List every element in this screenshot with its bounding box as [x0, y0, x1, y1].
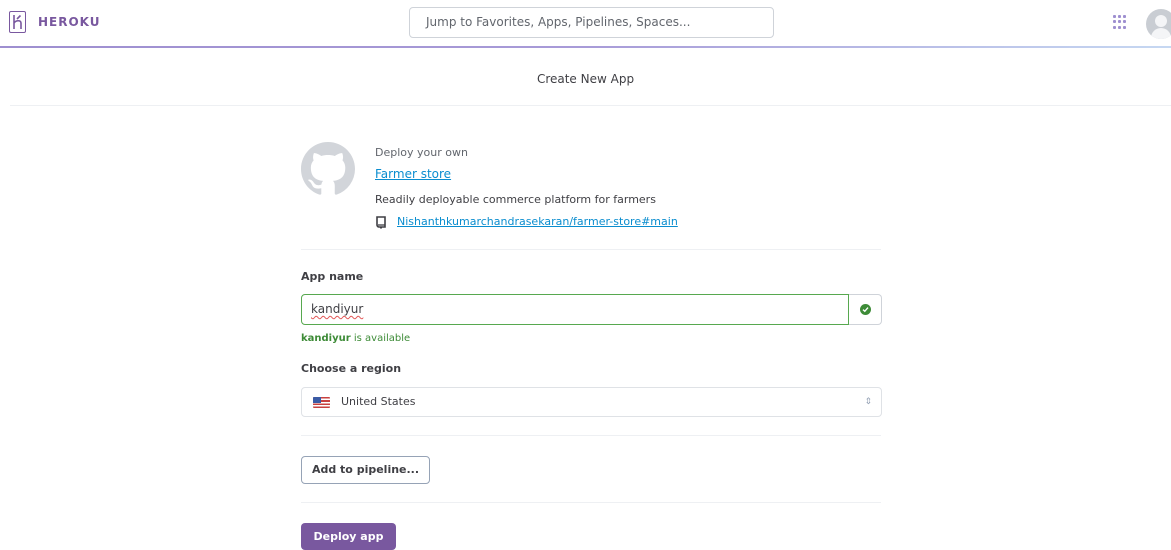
app-name-input[interactable]: kandiyur — [301, 294, 849, 325]
app-title-link[interactable]: Farmer store — [375, 167, 451, 181]
section-divider — [301, 502, 881, 503]
availability-name: kandiyur — [301, 333, 351, 344]
heroku-logo-icon — [9, 11, 26, 33]
app-description: Readily deployable commerce platform for… — [375, 193, 656, 206]
app-name-label: App name — [301, 270, 364, 283]
section-divider — [301, 435, 881, 436]
deploy-app-button[interactable]: Deploy app — [301, 523, 396, 550]
section-divider — [301, 249, 881, 250]
page-title: Create New App — [536, 72, 635, 86]
deploy-intro: Deploy your own — [375, 146, 468, 159]
github-icon — [301, 142, 355, 195]
region-label: Choose a region — [301, 362, 402, 375]
region-value: United States — [341, 395, 416, 408]
user-avatar[interactable] — [1146, 9, 1171, 39]
availability-message: kandiyur is available — [301, 333, 410, 344]
availability-text: is available — [350, 333, 411, 344]
subheader-divider — [10, 105, 1171, 106]
check-circle-icon — [860, 304, 871, 315]
search-input[interactable]: Jump to Favorites, Apps, Pipelines, Spac… — [409, 7, 774, 38]
region-select[interactable]: United States ⇕ — [301, 387, 882, 417]
add-to-pipeline-button[interactable]: Add to pipeline... — [301, 456, 430, 484]
grid-icon[interactable] — [1113, 15, 1127, 29]
brand-name: HEROKU — [38, 15, 101, 29]
top-nav: HEROKU Jump to Favorites, Apps, Pipeline… — [0, 0, 1171, 46]
app-name-value: kandiyur — [311, 302, 364, 316]
repo-link[interactable]: Nishanthkumarchandrasekaran/farmer-store… — [397, 215, 678, 228]
chevron-updown-icon: ⇕ — [864, 397, 872, 407]
availability-status — [849, 294, 882, 325]
heroku-logo[interactable]: HEROKU — [9, 11, 101, 33]
us-flag-icon — [313, 397, 330, 408]
repo-icon — [376, 216, 386, 229]
subheader: Create New App — [0, 48, 1171, 106]
